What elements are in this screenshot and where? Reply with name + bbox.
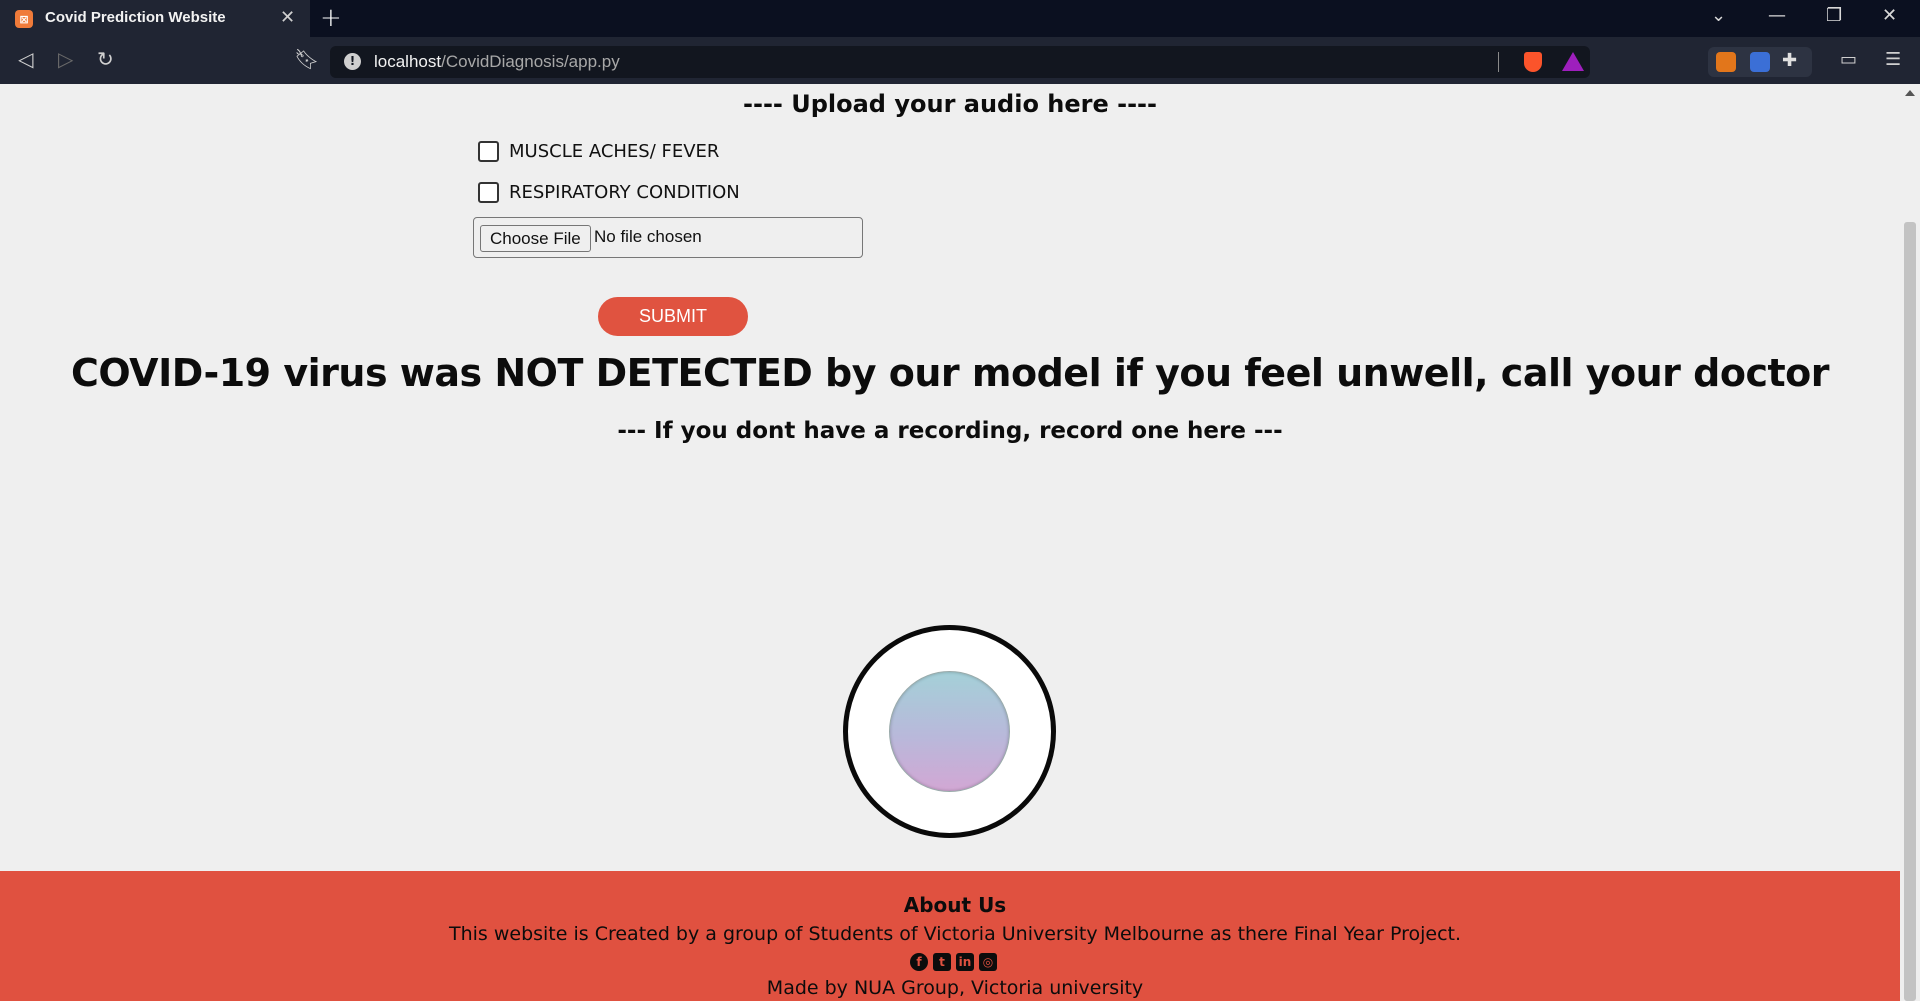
- record-button-inner[interactable]: [889, 671, 1010, 792]
- audio-file-input[interactable]: Choose File No file chosen: [473, 217, 863, 258]
- file-status: No file chosen: [594, 227, 702, 246]
- forward-icon[interactable]: ▷: [58, 47, 73, 71]
- url-divider: [1498, 52, 1499, 72]
- social-links: f t in ◎: [910, 953, 997, 971]
- browser-toolbar: ◁ ▷ ↻ 🔖︎ ! localhost/CovidDiagnosis/app.…: [0, 37, 1920, 84]
- submit-button[interactable]: SUBMIT: [598, 297, 748, 336]
- puzzle-icon[interactable]: ✚: [1782, 50, 1797, 71]
- respiratory-label: RESPIRATORY CONDITION: [509, 182, 740, 203]
- page-scrollbar[interactable]: [1900, 84, 1920, 1001]
- footer-title: About Us: [903, 893, 1007, 917]
- footer: About Us This website is Created by a gr…: [0, 871, 1900, 1001]
- choose-file-button[interactable]: Choose File: [480, 225, 591, 252]
- page-content: ---- Upload your audio here ---- MUSCLE …: [0, 84, 1900, 1001]
- brave-shields-icon[interactable]: [1524, 52, 1542, 72]
- restore-icon[interactable]: ❐: [1826, 5, 1842, 26]
- minimize-icon[interactable]: —: [1768, 5, 1786, 26]
- address-bar[interactable]: ! localhost/CovidDiagnosis/app.py: [330, 46, 1590, 78]
- close-window-icon[interactable]: ✕: [1882, 5, 1897, 26]
- muscle-aches-label: MUSCLE ACHES/ FEVER: [509, 141, 720, 162]
- checkbox-row-respiratory[interactable]: RESPIRATORY CONDITION: [478, 182, 740, 203]
- extension-icon[interactable]: [1750, 52, 1770, 72]
- scroll-up-icon[interactable]: [1905, 90, 1915, 96]
- footer-made-by: Made by NUA Group, Victoria university: [766, 977, 1144, 999]
- footer-description: This website is Created by a group of St…: [448, 923, 1462, 945]
- browser-tab[interactable]: ⊠ Covid Prediction Website ✕: [0, 0, 310, 37]
- back-icon[interactable]: ◁: [18, 47, 33, 71]
- muscle-aches-checkbox[interactable]: [478, 141, 499, 162]
- site-info-icon[interactable]: !: [344, 53, 361, 70]
- url-host: localhost: [374, 52, 442, 71]
- facebook-icon[interactable]: f: [910, 953, 928, 971]
- linkedin-icon[interactable]: in: [956, 953, 974, 971]
- wallet-icon[interactable]: ▭: [1840, 49, 1857, 70]
- scroll-thumb[interactable]: [1904, 222, 1916, 1001]
- record-title: --- If you dont have a recording, record…: [617, 418, 1283, 444]
- xampp-favicon-icon: ⊠: [15, 10, 33, 28]
- url-path: /CovidDiagnosis/app.py: [441, 52, 620, 71]
- tab-title: Covid Prediction Website: [45, 9, 226, 26]
- bookmark-icon[interactable]: 🔖︎: [294, 47, 319, 71]
- upload-title: ---- Upload your audio here ----: [743, 90, 1157, 118]
- prediction-result: COVID-19 virus was NOT DETECTED by our m…: [71, 351, 1830, 395]
- respiratory-checkbox[interactable]: [478, 182, 499, 203]
- tab-search-icon[interactable]: ⌄: [1711, 5, 1726, 26]
- new-tab-icon[interactable]: +: [320, 3, 342, 33]
- checkbox-row-muscle-aches[interactable]: MUSCLE ACHES/ FEVER: [478, 141, 719, 162]
- menu-icon[interactable]: ☰: [1885, 49, 1901, 70]
- twitter-icon[interactable]: t: [933, 953, 951, 971]
- url-text[interactable]: localhost/CovidDiagnosis/app.py: [374, 52, 620, 72]
- browser-tab-bar: ⊠ Covid Prediction Website ✕ + ⌄ — ❐ ✕: [0, 0, 1920, 37]
- metamask-icon[interactable]: [1716, 52, 1736, 72]
- instagram-icon[interactable]: ◎: [979, 953, 997, 971]
- extensions-area: ✚: [1708, 47, 1812, 77]
- brave-rewards-icon[interactable]: [1562, 52, 1584, 71]
- record-button[interactable]: [843, 625, 1056, 838]
- tab-close-icon[interactable]: ✕: [280, 7, 295, 28]
- reload-icon[interactable]: ↻: [97, 47, 114, 71]
